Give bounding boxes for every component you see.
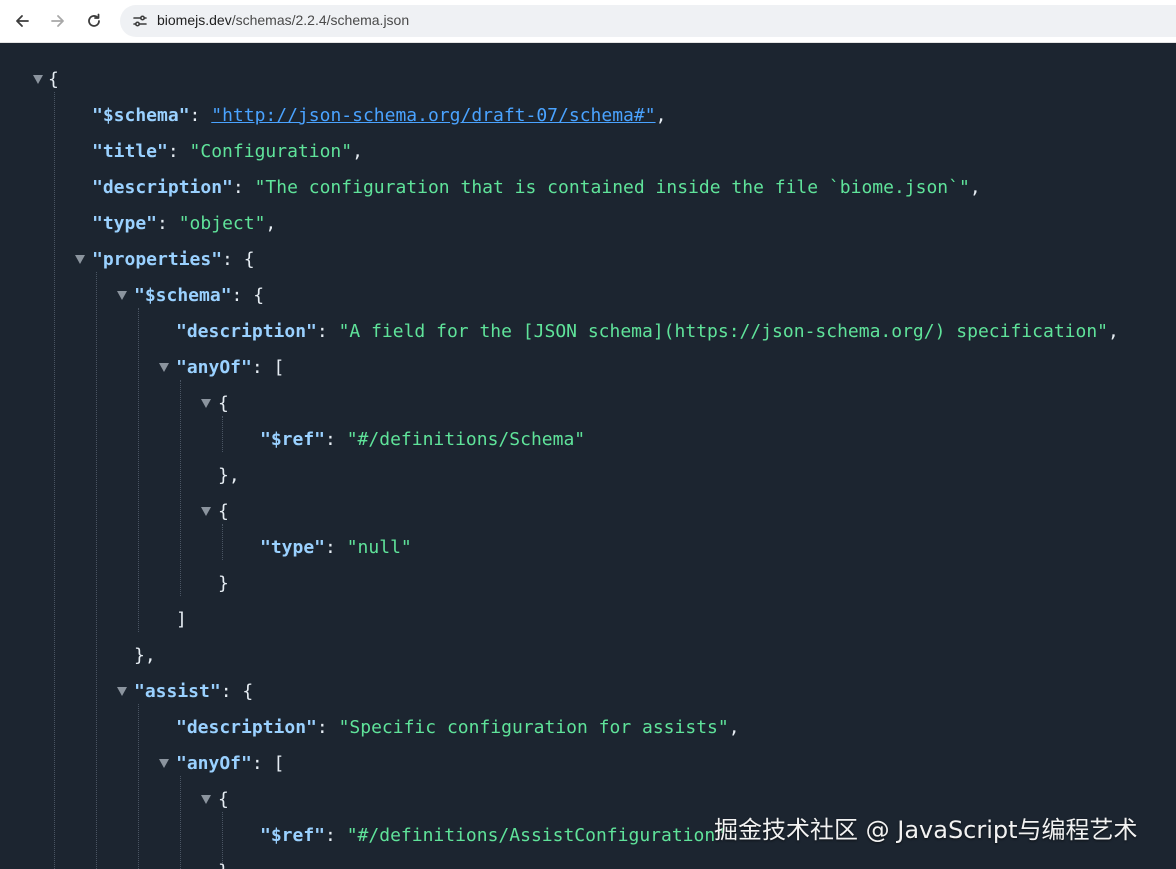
json-line-prop-schema-description: "description": "A field for the [JSON sc…: [176, 321, 1119, 342]
indent-guide: [54, 92, 55, 869]
json-line-root-open: {: [48, 69, 59, 90]
json-key: "$schema": [134, 285, 232, 306]
json-key: "title": [92, 141, 168, 162]
browser-toolbar: biomejs.dev/schemas/2.2.4/schema.json: [0, 0, 1176, 43]
reload-icon: [88, 13, 100, 27]
json-line-title: "title": "Configuration",: [92, 141, 363, 162]
json-line-anyof: "anyOf": [: [176, 357, 285, 378]
json-line-brace-close-partial: }: [218, 854, 229, 869]
json-key: "anyOf": [176, 753, 252, 774]
collapse-toggle-anyof-item-1[interactable]: [201, 399, 211, 408]
collapse-toggle-properties[interactable]: [75, 255, 85, 264]
json-line-assist-description: "description": "Specific configuration f…: [176, 717, 740, 738]
json-key: "anyOf": [176, 357, 252, 378]
collapse-toggle-assist[interactable]: [117, 687, 127, 696]
collapse-toggle-anyof[interactable]: [159, 363, 169, 372]
indent-guide: [138, 308, 139, 632]
collapse-toggle-assist-anyof[interactable]: [159, 759, 169, 768]
json-string: "null": [346, 537, 412, 558]
json-key: "description": [92, 177, 233, 198]
json-line-brace-close: },: [218, 465, 240, 486]
json-string: "A field for the [JSON schema](https://j…: [338, 321, 1108, 342]
reload-button[interactable]: [80, 7, 108, 35]
collapse-toggle-anyof-item-2[interactable]: [201, 507, 211, 516]
json-line-assist-anyof: "anyOf": [: [176, 753, 285, 774]
json-key: "description": [176, 717, 317, 738]
json-key: "type": [260, 537, 326, 558]
url-text[interactable]: biomejs.dev/schemas/2.2.4/schema.json: [157, 12, 409, 28]
site-info-icon: [133, 15, 147, 27]
json-line-type: "type": "object",: [92, 213, 277, 234]
json-viewer: { "$schema": "http://json-schema.org/dra…: [0, 44, 1176, 869]
json-key: "type": [92, 213, 158, 234]
json-line-brace-close: },: [134, 645, 156, 666]
json-line-bracket-close: ]: [176, 609, 187, 630]
json-line-brace-close: }: [218, 573, 229, 594]
watermark: 掘金技术社区 @ JavaScript与编程艺术: [714, 816, 1138, 844]
json-string: "#/definitions/AssistConfiguration": [346, 825, 727, 846]
forward-button[interactable]: [44, 7, 72, 35]
indent-guide: [138, 704, 139, 869]
json-string: "Configuration": [189, 141, 353, 162]
json-string: "#/definitions/Schema": [346, 429, 586, 450]
json-line-ref-schema: "$ref": "#/definitions/Schema": [260, 429, 586, 450]
collapse-toggle-prop-schema[interactable]: [117, 291, 127, 300]
back-arrow-icon: [16, 15, 29, 27]
json-line-brace-open: {: [218, 393, 229, 414]
forward-arrow-icon: [51, 15, 64, 27]
json-string: "The configuration that is contained ins…: [254, 177, 970, 198]
json-key: "properties": [92, 249, 223, 270]
indent-guide: [180, 380, 181, 596]
collapse-toggle-assist-anyof-item-1[interactable]: [201, 795, 211, 804]
indent-guide: [180, 776, 181, 869]
json-line-prop-schema: "$schema": {: [134, 285, 265, 306]
json-line-description: "description": "The configuration that i…: [92, 177, 981, 198]
indent-guide: [96, 272, 97, 869]
url-path: /schemas/2.2.4/schema.json: [231, 12, 410, 28]
back-button[interactable]: [8, 7, 36, 35]
json-key: "$ref": [260, 825, 326, 846]
collapse-toggle-root[interactable]: [33, 75, 43, 84]
json-line-properties: "properties": {: [92, 249, 255, 270]
json-string: "Specific configuration for assists": [338, 717, 729, 738]
schema-url-link[interactable]: "http://json-schema.org/draft-07/schema#…: [211, 105, 655, 126]
json-key: "assist": [134, 681, 221, 702]
json-string: "object": [178, 213, 266, 234]
json-line-brace-open: {: [218, 789, 229, 810]
json-line-assist-ref: "$ref": "#/definitions/AssistConfigurati…: [260, 825, 727, 846]
json-key: "$schema": [92, 105, 190, 126]
json-key: "$ref": [260, 429, 326, 450]
url-host: biomejs.dev: [157, 12, 232, 28]
json-key: "description": [176, 321, 317, 342]
json-line-assist: "assist": {: [134, 681, 254, 702]
address-bar[interactable]: biomejs.dev/schemas/2.2.4/schema.json: [120, 5, 1176, 37]
json-line-type-null: "type": "null": [260, 537, 412, 558]
json-line-schema: "$schema": "http://json-schema.org/draft…: [92, 105, 667, 126]
site-info-button[interactable]: [128, 9, 152, 33]
json-line-brace-open: {: [218, 501, 229, 522]
